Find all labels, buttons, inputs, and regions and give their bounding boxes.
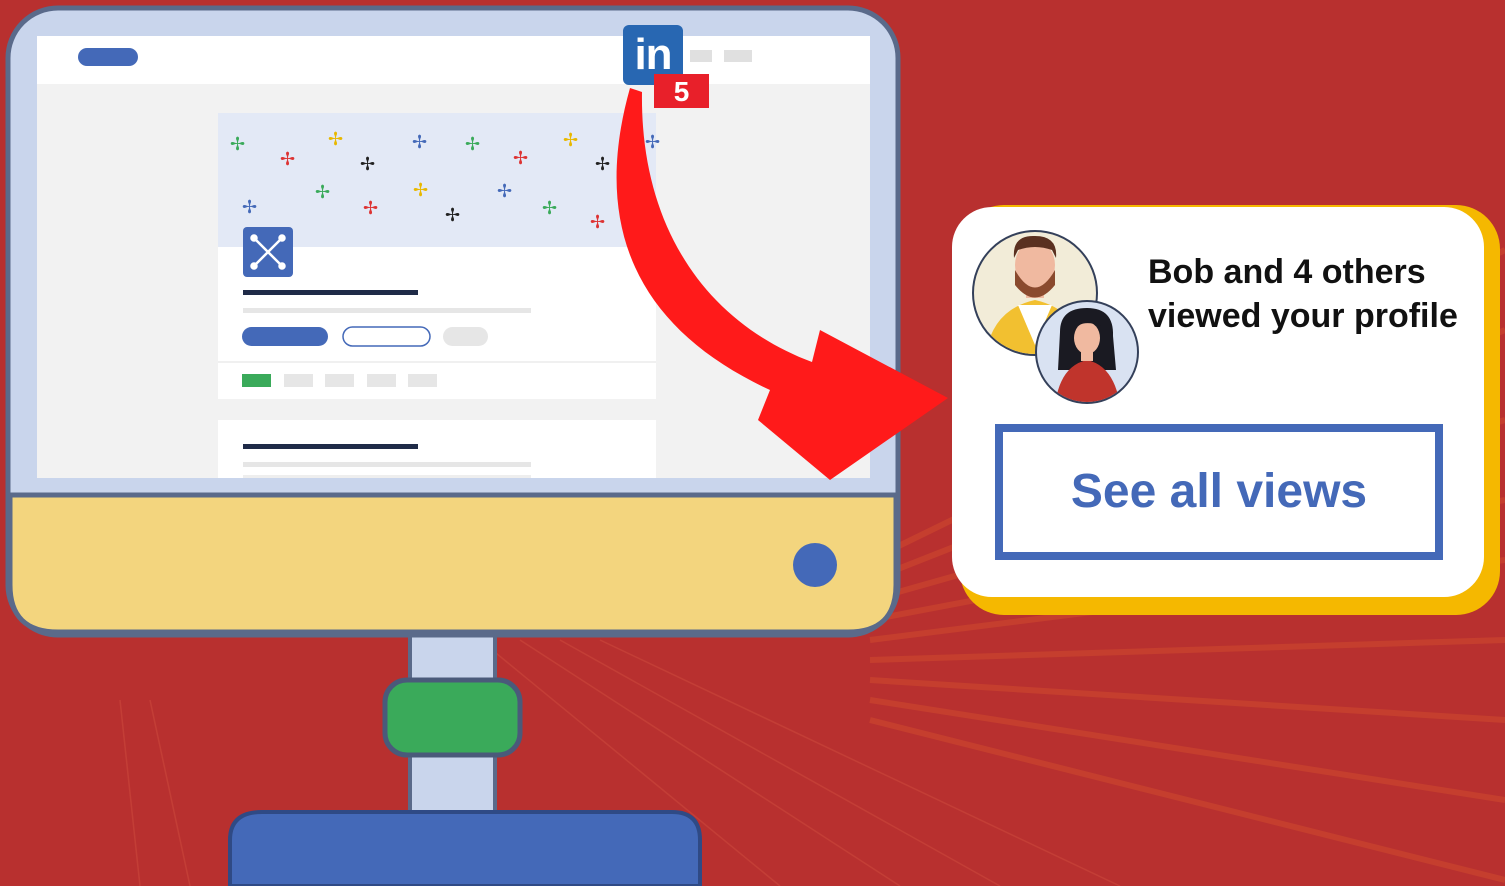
profile-views-message: Bob and 4 others viewed your profile <box>1148 250 1488 338</box>
svg-text:✢: ✢ <box>413 180 428 201</box>
monitor-screen: ✢ ✢ ✢ ✢ ✢ ✢ ✢ ✢ ✢ ✢ ✢ ✢ ✢ ✢ ✢ ✢ ✢ ✢ <box>37 36 870 478</box>
svg-text:✢: ✢ <box>445 205 460 226</box>
screen-logo-pill <box>78 48 138 66</box>
svg-text:✢: ✢ <box>645 132 660 153</box>
svg-text:✢: ✢ <box>513 148 528 169</box>
svg-text:✢: ✢ <box>590 212 605 233</box>
svg-text:✢: ✢ <box>328 129 343 150</box>
svg-text:✢: ✢ <box>542 198 557 219</box>
illustration-stage: ✢ ✢ ✢ ✢ ✢ ✢ ✢ ✢ ✢ ✢ ✢ ✢ ✢ ✢ ✢ ✢ ✢ ✢ in 5… <box>0 0 1505 886</box>
feed-card <box>218 420 656 478</box>
notification-count-badge: 5 <box>654 74 709 108</box>
svg-text:✢: ✢ <box>465 134 480 155</box>
svg-text:✢: ✢ <box>412 132 427 153</box>
svg-text:✢: ✢ <box>363 198 378 219</box>
see-all-views-button[interactable]: See all views <box>995 424 1443 560</box>
svg-text:✢: ✢ <box>360 154 375 175</box>
monitor-stand <box>228 623 702 886</box>
svg-text:✢: ✢ <box>595 154 610 175</box>
feed-card: ✢ ✢ ✢ ✢ ✢ ✢ ✢ ✢ ✢ ✢ ✢ ✢ ✢ ✢ ✢ ✢ ✢ ✢ <box>218 113 660 399</box>
message-line-1: Bob and 4 others <box>1148 253 1426 291</box>
svg-text:✢: ✢ <box>563 130 578 151</box>
svg-text:✢: ✢ <box>242 197 257 218</box>
svg-text:✢: ✢ <box>230 134 245 155</box>
svg-text:✢: ✢ <box>497 181 512 202</box>
svg-text:✢: ✢ <box>315 182 330 203</box>
message-line-2: viewed your profile <box>1148 297 1458 335</box>
power-button <box>793 543 837 587</box>
svg-text:✢: ✢ <box>280 149 295 170</box>
